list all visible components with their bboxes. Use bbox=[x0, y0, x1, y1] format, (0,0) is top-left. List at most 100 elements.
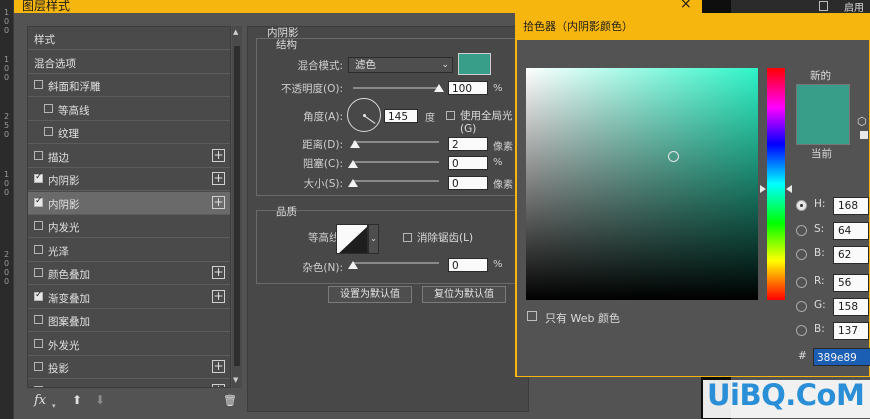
style-item[interactable]: 内发光 bbox=[28, 215, 230, 238]
size-input[interactable]: 0 bbox=[448, 176, 488, 190]
make-default-button[interactable]: 设置为默认值 bbox=[328, 286, 412, 303]
style-item[interactable]: 混合选项 bbox=[28, 51, 230, 74]
antialias-checkbox[interactable] bbox=[403, 233, 412, 242]
style-item-checkbox[interactable] bbox=[34, 290, 43, 301]
add-style-plus-icon[interactable]: + bbox=[212, 172, 225, 185]
contour-dropdown-icon[interactable]: ⌄ bbox=[368, 224, 379, 254]
style-item-checkbox[interactable] bbox=[34, 338, 43, 348]
distance-slider-handle[interactable] bbox=[349, 140, 360, 148]
color-mode-radio[interactable] bbox=[796, 249, 807, 260]
angle-input[interactable]: 145 bbox=[384, 109, 418, 123]
noise-slider-track[interactable] bbox=[353, 262, 439, 264]
choke-slider-handle[interactable] bbox=[348, 160, 358, 168]
distance-slider-track[interactable] bbox=[353, 141, 439, 143]
style-item-checkbox[interactable] bbox=[44, 127, 53, 136]
style-item[interactable]: 颜色叠加 + bbox=[28, 262, 230, 285]
contour-preview[interactable] bbox=[336, 224, 368, 254]
style-list-scrollbar[interactable]: ▲ ▼ bbox=[232, 26, 242, 388]
color-field-cursor[interactable] bbox=[668, 151, 679, 162]
fx-icon[interactable]: fx bbox=[34, 393, 46, 408]
style-item-checkbox[interactable] bbox=[34, 362, 43, 371]
color-field-input[interactable]: 168 bbox=[833, 197, 869, 215]
color-field-input[interactable]: 62 bbox=[833, 246, 869, 264]
add-style-plus-icon[interactable]: + bbox=[212, 266, 225, 279]
distance-input[interactable]: 2 bbox=[448, 137, 488, 151]
close-icon[interactable]: × bbox=[680, 0, 692, 12]
add-style-plus-icon[interactable]: + bbox=[212, 289, 225, 303]
style-item-checkbox[interactable] bbox=[34, 196, 43, 207]
saturation-brightness-field[interactable] bbox=[526, 68, 758, 300]
hue-slider-right-arrow[interactable] bbox=[786, 185, 792, 193]
color-picker-title[interactable]: 拾色器（内阴影颜色） bbox=[517, 14, 870, 40]
opacity-input[interactable]: 100 bbox=[448, 81, 488, 95]
color-mode-radio[interactable] bbox=[796, 225, 807, 236]
antialias-label[interactable]: 消除锯齿(L) bbox=[417, 230, 473, 245]
color-mode-radio[interactable] bbox=[796, 277, 807, 288]
style-item[interactable]: 样式 bbox=[28, 27, 230, 50]
style-item[interactable]: 斜面和浮雕 bbox=[28, 74, 230, 97]
noise-label: 杂色(N): bbox=[302, 262, 343, 274]
style-item[interactable]: 描边 + bbox=[28, 145, 230, 168]
blend-mode-select[interactable]: 滤色 ⌄ bbox=[348, 57, 453, 73]
color-field-input[interactable]: 56 bbox=[833, 274, 869, 292]
style-item[interactable]: 投影 + bbox=[28, 356, 230, 379]
hue-slider[interactable] bbox=[767, 68, 785, 300]
style-item-checkbox[interactable] bbox=[34, 268, 43, 277]
add-style-plus-icon[interactable]: + bbox=[212, 383, 225, 387]
angle-dial[interactable] bbox=[347, 98, 381, 132]
color-field-input[interactable]: 158 bbox=[833, 298, 869, 316]
color-mode-radio[interactable] bbox=[796, 325, 807, 336]
style-item[interactable]: 内阴影 + bbox=[28, 191, 230, 215]
style-item[interactable]: 投影 + bbox=[28, 380, 230, 388]
hue-slider-left-arrow[interactable] bbox=[760, 185, 766, 193]
add-style-plus-icon[interactable]: + bbox=[212, 195, 225, 209]
color-mode-radio[interactable] bbox=[796, 301, 807, 312]
size-slider-handle[interactable] bbox=[348, 179, 358, 187]
style-item[interactable]: 纹理 bbox=[28, 121, 230, 144]
dialog-titlebar[interactable]: 图层样式 × bbox=[14, 0, 702, 13]
size-slider-track[interactable] bbox=[353, 180, 439, 182]
style-item-checkbox[interactable] bbox=[34, 172, 43, 183]
style-item[interactable]: 图案叠加 bbox=[28, 309, 230, 332]
shadow-color-swatch[interactable] bbox=[458, 53, 491, 75]
style-item-checkbox[interactable] bbox=[34, 244, 43, 254]
only-web-colors-checkbox[interactable] bbox=[527, 311, 537, 321]
trash-icon[interactable]: 🗑 bbox=[223, 394, 237, 407]
opacity-slider-track[interactable] bbox=[353, 87, 439, 89]
style-item-label: 投影 bbox=[48, 385, 69, 388]
color-field-input[interactable]: 137 bbox=[833, 322, 869, 340]
only-web-colors-label[interactable]: 只有 Web 颜色 bbox=[545, 310, 620, 326]
style-item[interactable]: 外发光 bbox=[28, 333, 230, 356]
style-item-checkbox[interactable] bbox=[34, 150, 43, 160]
scroll-down-icon[interactable]: ▼ bbox=[233, 376, 238, 384]
style-item[interactable]: 内阴影 + bbox=[28, 168, 230, 191]
style-item-checkbox[interactable] bbox=[34, 221, 43, 230]
style-item-checkbox[interactable] bbox=[34, 385, 43, 387]
hex-input[interactable]: 389e89 bbox=[813, 348, 870, 366]
opacity-slider-handle[interactable] bbox=[434, 84, 444, 92]
move-up-icon[interactable]: ⬆ bbox=[72, 393, 82, 407]
noise-slider-handle[interactable] bbox=[348, 261, 358, 269]
choke-input[interactable]: 0 bbox=[448, 156, 488, 170]
style-item-checkbox[interactable] bbox=[44, 103, 53, 113]
choke-slider-track[interactable] bbox=[353, 161, 439, 163]
style-item[interactable]: 渐变叠加 + bbox=[28, 286, 230, 309]
add-style-plus-icon[interactable]: + bbox=[212, 148, 225, 162]
style-item[interactable]: 等高线 bbox=[28, 98, 230, 121]
cube-icon[interactable]: ⬡ bbox=[857, 115, 867, 128]
move-down-icon[interactable]: ⬇ bbox=[95, 393, 105, 407]
web-safe-swatch[interactable] bbox=[860, 131, 868, 139]
style-item-checkbox[interactable] bbox=[34, 80, 43, 89]
style-item-checkbox[interactable] bbox=[34, 315, 43, 324]
watermark-text: UiBQ.CoM bbox=[707, 378, 865, 412]
reset-default-button[interactable]: 复位为默认值 bbox=[422, 286, 506, 303]
color-field-input[interactable]: 64 bbox=[833, 222, 869, 240]
scrollbar-thumb[interactable] bbox=[234, 46, 240, 366]
global-light-checkbox[interactable] bbox=[446, 111, 455, 120]
color-mode-radio[interactable] bbox=[796, 200, 807, 211]
fx-caret-icon[interactable]: ▾ bbox=[52, 402, 56, 410]
noise-input[interactable]: 0 bbox=[448, 258, 488, 272]
add-style-plus-icon[interactable]: + bbox=[212, 360, 225, 373]
scroll-up-icon[interactable]: ▲ bbox=[233, 28, 238, 36]
style-item[interactable]: 光泽 bbox=[28, 239, 230, 262]
